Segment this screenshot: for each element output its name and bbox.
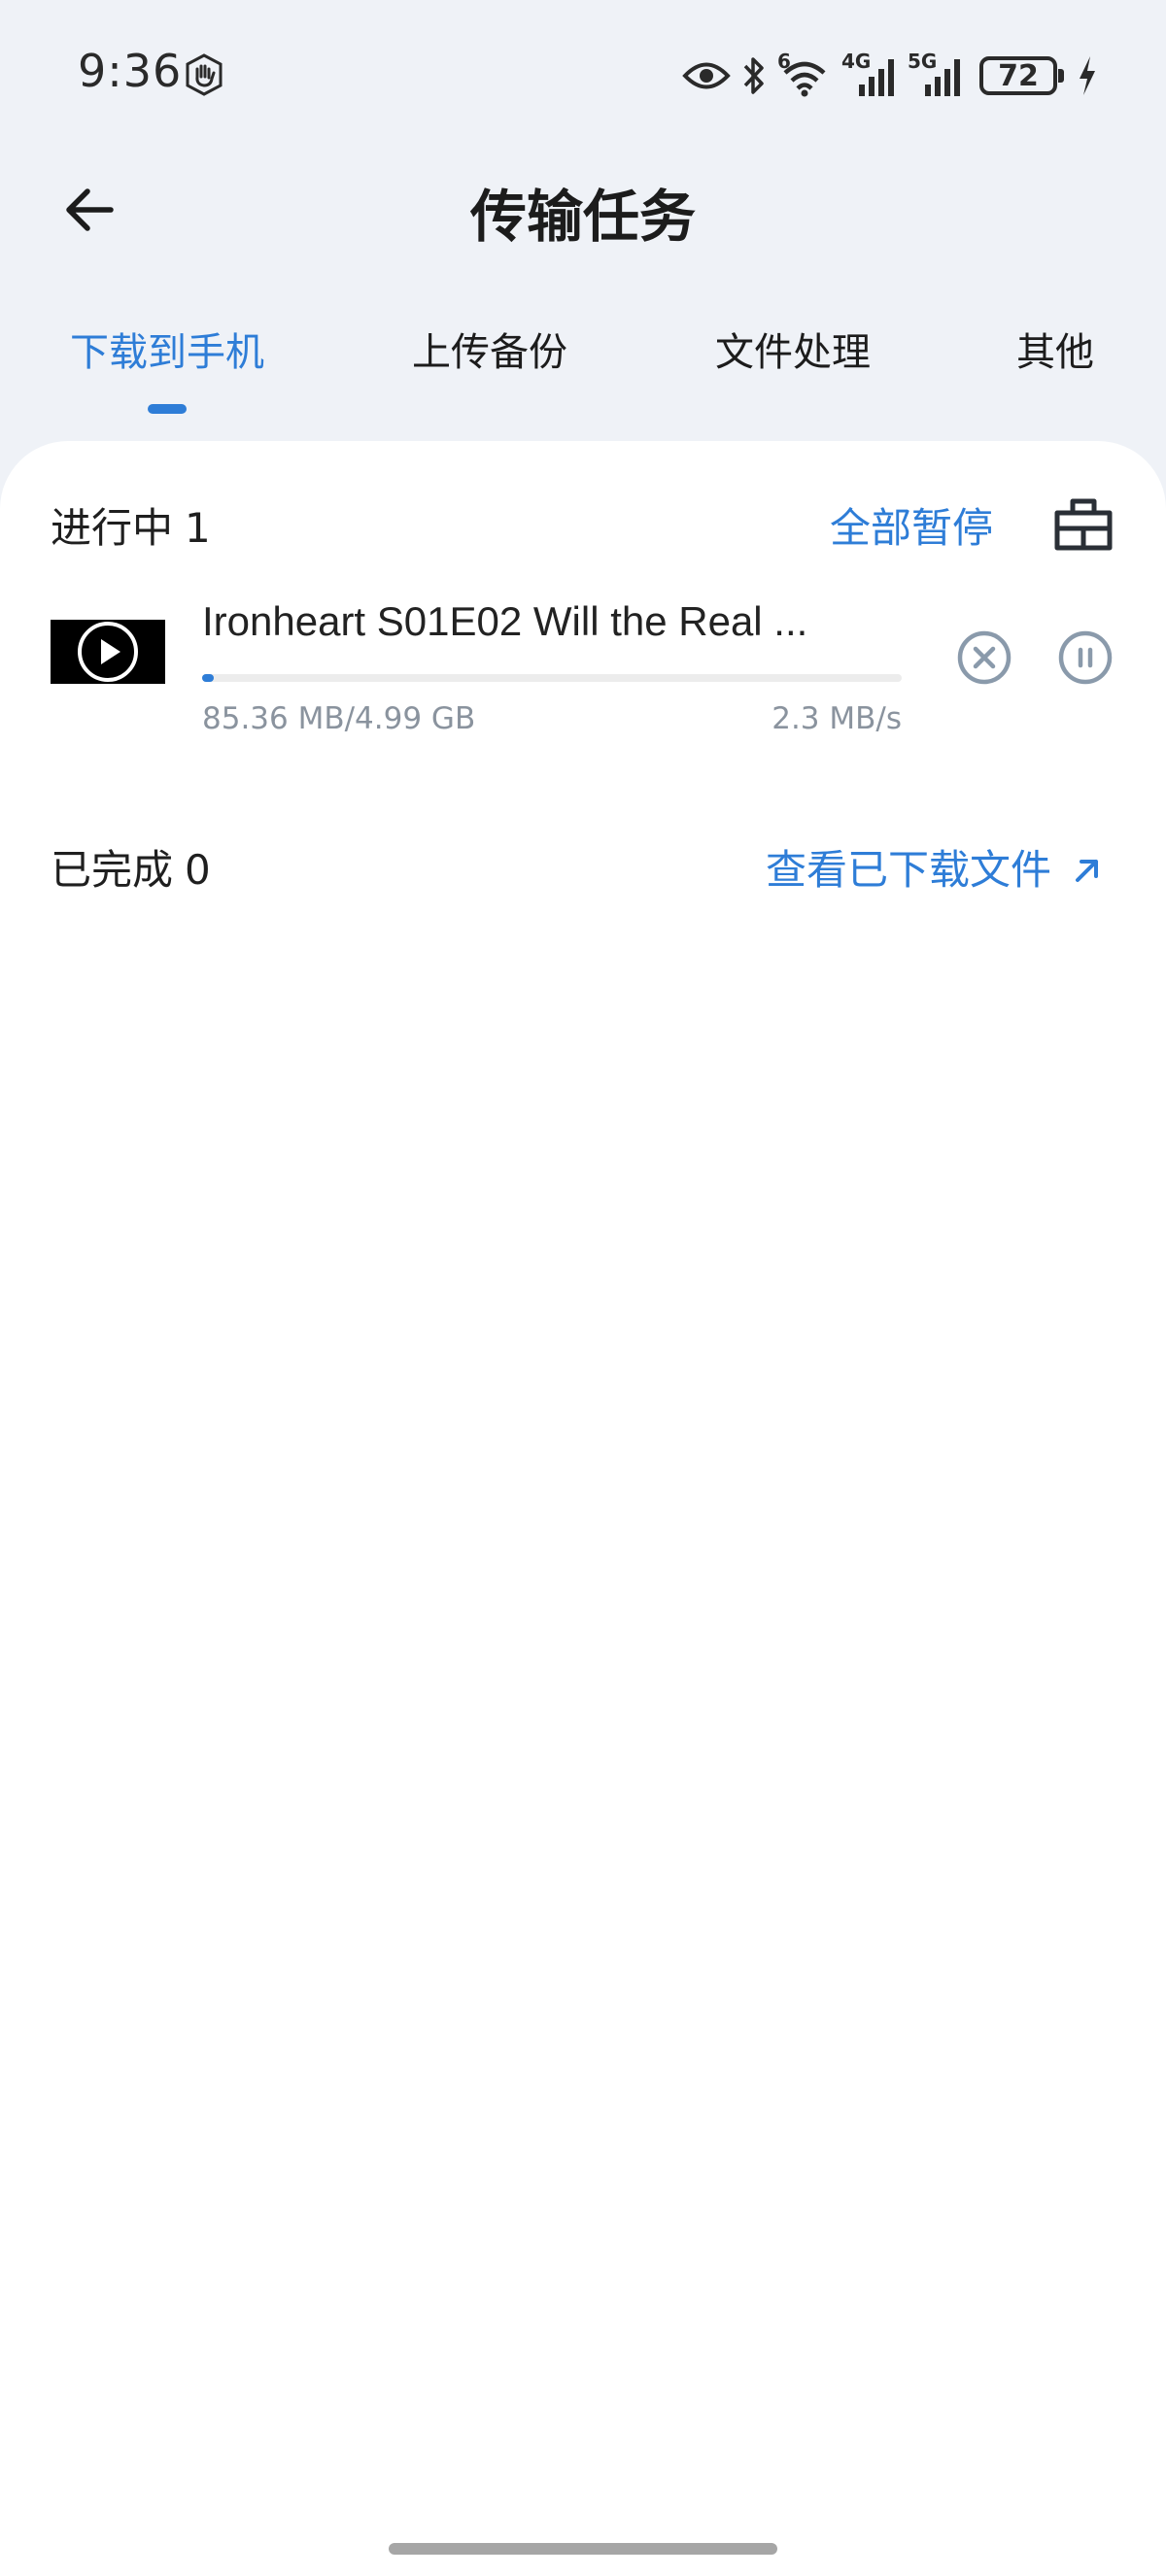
tab-label: 上传备份 <box>412 330 567 375</box>
hand-icon <box>186 53 223 96</box>
eye-icon <box>682 62 731 89</box>
download-progress-bar <box>202 674 902 682</box>
status-time: 9:36 <box>78 45 183 97</box>
download-progress-fill <box>202 674 215 682</box>
status-bar: 9:36 6 4G 5G 72 <box>0 0 1166 146</box>
page-title: 传输任务 <box>469 184 696 250</box>
status-icons: 6 4G 5G 72 <box>682 49 1098 103</box>
cancel-download-icon[interactable] <box>956 629 1012 686</box>
tab-other[interactable]: 其他 <box>1016 321 1094 427</box>
in-progress-title: 进行中 <box>51 504 174 552</box>
signal-icon <box>859 59 894 96</box>
tab-upload-backup[interactable]: 上传备份 <box>412 321 567 427</box>
tab-download-to-phone[interactable]: 下载到手机 <box>70 321 264 427</box>
pause-all-button[interactable]: 全部暂停 <box>830 495 993 555</box>
completed-title: 已完成 <box>51 846 174 894</box>
battery-indicator: 72 <box>979 56 1064 95</box>
view-downloaded-files-link[interactable]: 查看已下载文件 <box>766 837 1105 897</box>
tab-bar: 下载到手机 上传备份 文件处理 其他 <box>0 321 1166 427</box>
clear-tasks-icon[interactable] <box>1049 490 1117 558</box>
tab-label: 其他 <box>1016 330 1094 375</box>
file-name: Ironheart S01E02 Will the Real ... <box>202 598 808 644</box>
completed-count: 0 <box>185 846 211 894</box>
wifi-icon <box>783 61 826 97</box>
play-icon <box>78 622 138 682</box>
download-size: 85.36 MB/4.99 GB <box>202 701 476 736</box>
home-indicator[interactable] <box>389 2543 777 2555</box>
arrow-up-right-icon <box>1076 860 1099 882</box>
in-progress-heading: 进行中 1 <box>51 495 211 555</box>
bluetooth-icon <box>743 57 764 94</box>
charging-icon <box>1080 56 1095 95</box>
tab-label: 下载到手机 <box>70 330 264 375</box>
download-speed: 2.3 MB/s <box>772 701 902 736</box>
view-downloaded-files-label: 查看已下载文件 <box>766 846 1052 894</box>
in-progress-count: 1 <box>185 504 211 552</box>
tab-label: 文件处理 <box>715 330 871 375</box>
signal-icon <box>925 59 960 96</box>
signal-4g: 4G <box>841 50 898 98</box>
video-thumbnail <box>51 620 165 684</box>
download-item[interactable]: Ironheart S01E02 Will the Real ... 85.36… <box>51 587 1119 736</box>
wifi-indicator: 6 <box>777 50 832 98</box>
tab-file-processing[interactable]: 文件处理 <box>715 321 871 427</box>
pause-download-icon[interactable] <box>1057 629 1114 686</box>
tab-active-indicator <box>148 404 187 414</box>
signal-5g: 5G <box>908 50 964 98</box>
completed-heading: 已完成 0 <box>51 837 211 897</box>
transfer-list-card: 进行中 1 全部暂停 Ironheart S01E02 Will the Real… <box>0 441 1166 2576</box>
